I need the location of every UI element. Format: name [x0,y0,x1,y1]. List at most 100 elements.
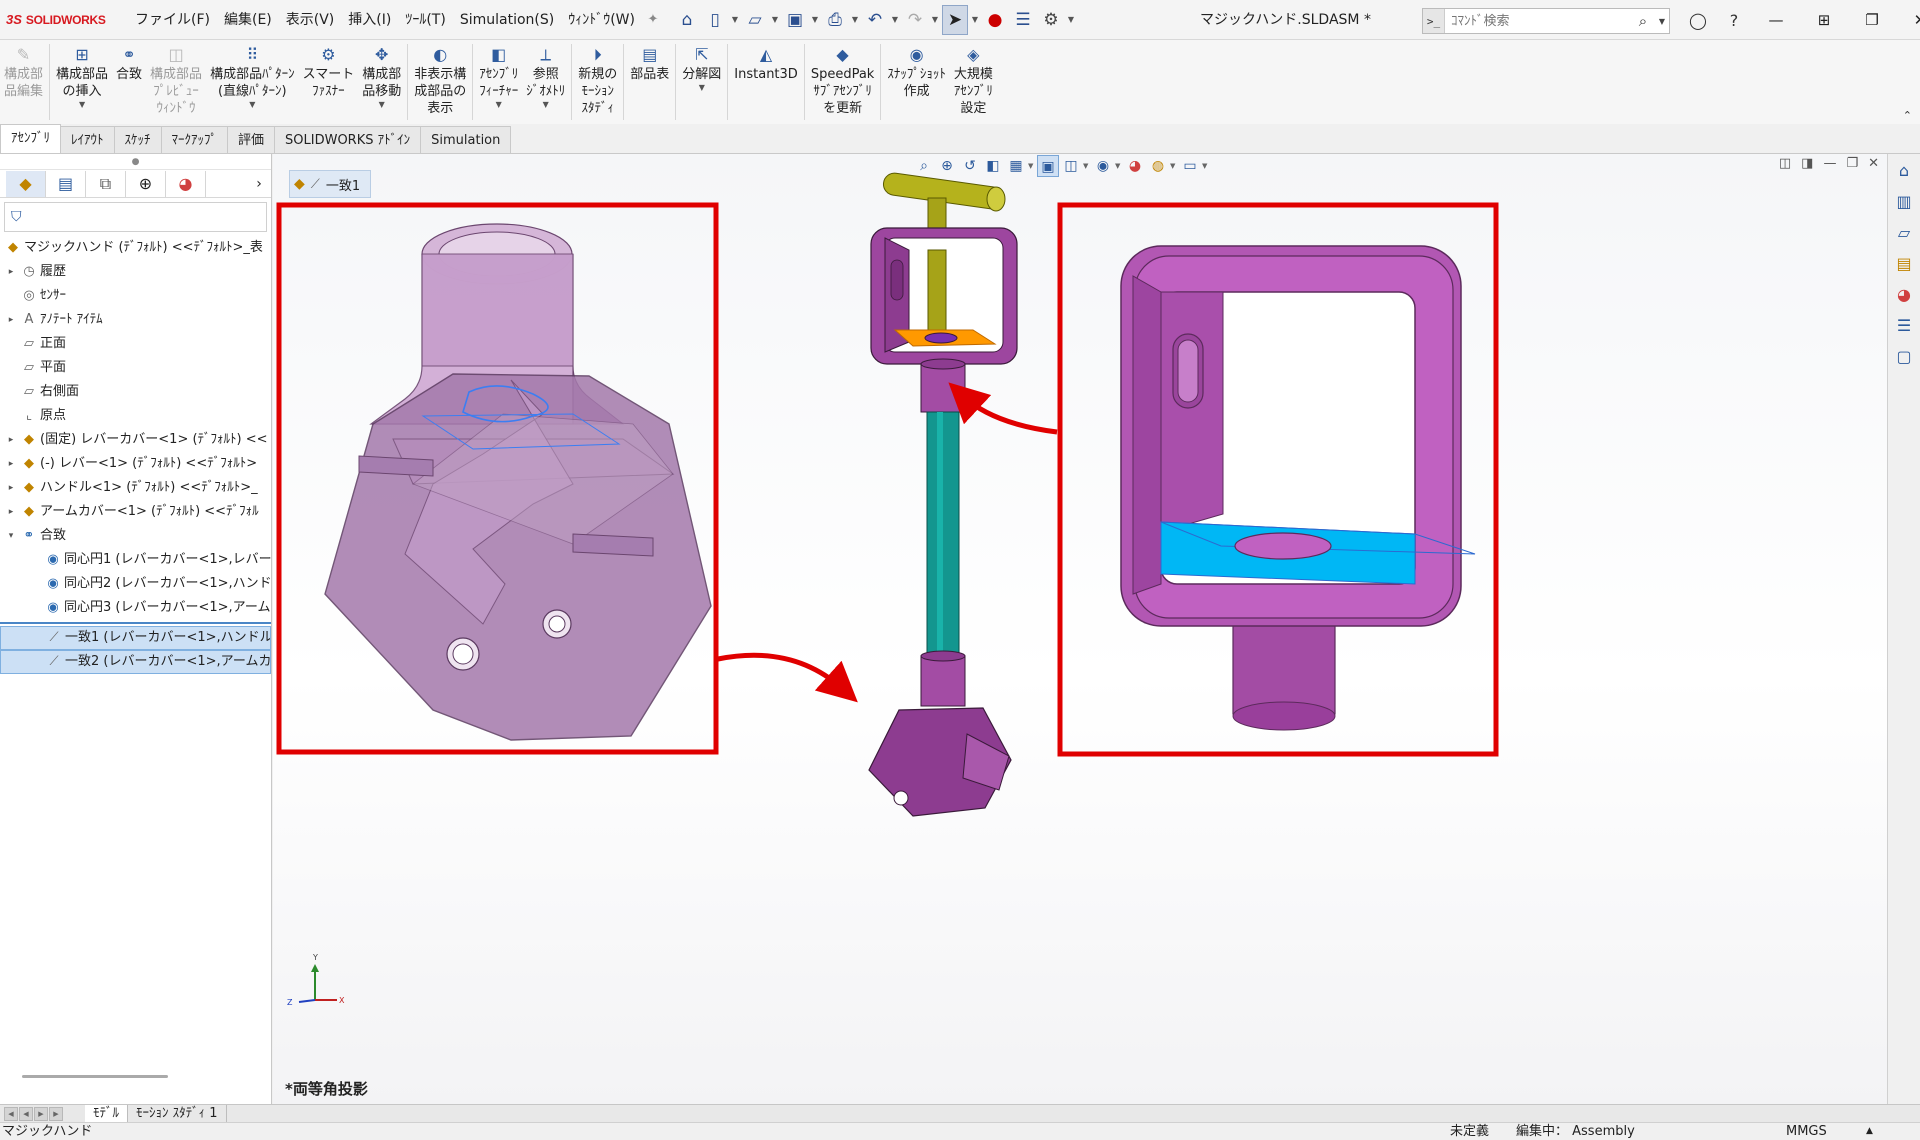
tree-node[interactable]: ◉ 同心円3 (レバーカバー<1>,アームカ [0,596,271,620]
chevron-right-icon[interactable]: › [247,176,271,192]
chevron-down-icon[interactable]: ▼ [930,15,940,24]
solidworks-logo[interactable]: 3S SOLIDWORKS [0,0,128,40]
menu-view[interactable]: 表示(V) [279,5,342,35]
tree-expander-icon[interactable]: ▸ [4,428,18,452]
close-icon[interactable]: ✕ [1896,11,1920,29]
menu-tools[interactable]: ﾂｰﾙ(T) [398,5,452,35]
chevron-down-icon[interactable]: ▼ [1202,155,1210,177]
appearances-icon[interactable]: ◕ [1890,280,1918,308]
help-icon[interactable]: ? [1716,11,1752,30]
ribbon-button-insert-component[interactable]: ⊞ 構成部品 の挿入 ▼ [52,40,112,124]
view-orientation-icon[interactable]: ▣ [1037,155,1059,177]
ribbon-button-component-preview[interactable]: ◫ 構成部品 ﾌﾟﾚﾋﾞｭｰ ｳｨﾝﾄﾞｳ [146,40,206,124]
command-search-input[interactable] [1445,10,1631,32]
tree-node[interactable]: ▸ A ｱﾉﾃｰﾄ ｱｲﾃﾑ [0,308,271,332]
tree-expander-icon[interactable]: ▸ [4,476,18,500]
view-settings-icon[interactable]: ▭ [1179,155,1201,177]
pin-icon[interactable]: ✦ [642,12,664,27]
zoom-to-fit-icon[interactable]: ⌕ [913,155,935,177]
save-icon[interactable]: ▣ [782,5,808,35]
forum-icon[interactable]: ▢ [1890,342,1918,370]
apply-scene-icon[interactable]: ◍ [1147,155,1169,177]
display-manager-tab-icon[interactable]: ◕ [166,170,206,197]
tree-node[interactable]: ▱ 正面 [0,332,271,356]
ribbon-button-smart-fastener[interactable]: ⚙ スマート ﾌｧｽﾅｰ [299,40,359,124]
status-units[interactable]: MMGS [1786,1123,1827,1140]
tree-expander-icon[interactable]: ▾ [4,524,18,548]
ribbon-button-snapshot[interactable]: ◉ ｽﾅｯﾌﾟｼｮｯﾄ 作成 [883,40,950,124]
split-view-horizontal-icon[interactable]: ◨ [1801,156,1813,171]
section-view-icon[interactable]: ◧ [982,155,1004,177]
redo-icon[interactable]: ↷ [902,5,928,35]
tree-node[interactable]: ◉ 同心円1 (レバーカバー<1>,レバー< [0,548,271,572]
display-style-icon[interactable]: ◫ [1060,155,1082,177]
tree-node[interactable]: ⌞ 原点 [0,404,271,428]
restore-icon[interactable]: ❐ [1848,11,1896,29]
tree-node[interactable]: ⟋ 一致2 (レバーカバー<1>,アームカバ [0,650,271,674]
rollback-bar[interactable] [0,622,271,624]
tree-expander-icon[interactable]: ▸ [4,260,18,284]
tab-3[interactable]: ﾏｰｸｱｯﾌﾟ [160,126,228,153]
split-view-icon[interactable]: ◫ [1779,156,1791,171]
menu-edit[interactable]: 編集(E) [217,5,279,35]
select-cursor-icon[interactable]: ➤ [942,4,968,35]
tree-filter[interactable]: ⛉ [4,202,267,232]
chevron-down-icon[interactable]: ▼ [249,100,255,110]
selection-breadcrumb[interactable]: ◆ ⟋ 一致1 [289,170,372,198]
chevron-down-icon[interactable]: ▼ [890,15,900,24]
status-expand-icon[interactable]: ▲ [1866,1123,1873,1140]
chevron-down-icon[interactable]: ▼ [1170,155,1178,177]
ribbon-button-linear-pattern[interactable]: ⠿ 構成部品ﾊﾟﾀｰﾝ (直線ﾊﾟﾀｰﾝ) ▼ [206,40,299,124]
search-icon[interactable]: ⌕ [1631,12,1655,30]
tree-node[interactable]: ◎ ｾﾝｻｰ [0,284,271,308]
ribbon-button-large-assembly[interactable]: ◈ 大規模 ｱｾﾝﾌﾞﾘ 設定 [950,40,997,124]
tree-node[interactable]: ◆ マジックハンド (ﾃﾞﾌｫﾙﾄ) <<ﾃﾞﾌｫﾙﾄ>_表 [0,236,271,260]
solidworks-resources-icon[interactable]: ⌂ [1890,156,1918,184]
new-document-icon[interactable]: ▯ [702,5,728,35]
tree-node[interactable]: ◉ 同心円2 (レバーカバー<1>,ハンドル [0,572,271,596]
ribbon-button-bom[interactable]: ▤ 部品表 [626,40,673,124]
ribbon-button-assembly-feature[interactable]: ◧ ｱｾﾝﾌﾞﾘ ﾌｨｰﾁｬｰ ▼ [475,40,522,124]
tree-expander-icon[interactable]: ▸ [4,452,18,476]
zoom-to-area-icon[interactable]: ⊕ [936,155,958,177]
tree-node[interactable]: ▸ ◆ (固定) レバーカバー<1> (ﾃﾞﾌｫﾙﾄ) << [0,428,271,452]
configuration-manager-tab-icon[interactable]: ⧉ [86,170,126,197]
tree-node[interactable]: ▱ 平面 [0,356,271,380]
chevron-down-icon[interactable]: ▼ [1115,155,1123,177]
rebuild-icon[interactable]: ● [982,5,1008,35]
dynamic-annotation-icon[interactable]: ▦ [1005,155,1027,177]
tree-node[interactable]: ▸ ◆ アームカバー<1> (ﾃﾞﾌｫﾙﾄ) <<ﾃﾞﾌｫﾙ [0,500,271,524]
tree-node[interactable]: ▾ ⚭ 合致 [0,524,271,548]
panel-grip-icon[interactable]: ● [0,154,271,170]
chevron-down-icon[interactable]: ▼ [730,15,740,24]
tab-0[interactable]: ｱｾﾝﾌﾞﾘ [0,124,61,153]
tree-node[interactable]: ⟋ 一致1 (レバーカバー<1>,ハンドル< [0,626,271,650]
minimize-icon[interactable]: — [1823,156,1836,171]
prev-tab-icon[interactable]: ◀ [19,1106,33,1121]
ribbon-button-show-hidden[interactable]: ◐ 非表示構 成部品の 表示 [410,40,470,124]
tree-node[interactable]: ▸ ◆ (-) レバー<1> (ﾃﾞﾌｫﾙﾄ) <<ﾃﾞﾌｫﾙﾄ> [0,452,271,476]
chevron-down-icon[interactable]: ▼ [850,15,860,24]
chevron-down-icon[interactable]: ▼ [1028,155,1036,177]
chevron-down-icon[interactable]: ▼ [970,15,980,24]
home-icon[interactable]: ⌂ [674,5,700,35]
menu-insert[interactable]: 挿入(I) [341,5,398,35]
dimxpert-tab-icon[interactable]: ⊕ [126,170,166,197]
first-tab-icon[interactable]: ◀ [4,1106,18,1121]
ribbon-button-instant3d[interactable]: ◭ Instant3D [730,40,802,124]
restore-icon[interactable]: ❐ [1846,156,1858,171]
chevron-down-icon[interactable]: ▼ [1083,155,1091,177]
tree-expander-icon[interactable]: ▸ [4,500,18,524]
chevron-down-icon[interactable]: ▼ [1655,17,1669,26]
hide-show-items-icon[interactable]: ◉ [1092,155,1114,177]
tab-model[interactable]: ﾓﾃﾞﾙ [85,1104,128,1123]
chevron-down-icon[interactable]: ▼ [79,100,85,110]
ribbon-button-speedpak[interactable]: ◆ SpeedPak ｻﾌﾞｱｾﾝﾌﾞﾘ を更新 [807,40,879,124]
chevron-down-icon[interactable]: ▼ [379,100,385,110]
tab-motion-study[interactable]: ﾓｰｼｮﾝ ｽﾀﾃﾞｨ 1 [128,1104,227,1123]
ribbon-button-reference-geometry[interactable]: ⟂ 参照 ｼﾞｵﾒﾄﾘ ▼ [522,40,569,124]
tree-node[interactable]: ▸ ◷ 履歴 [0,260,271,284]
print-icon[interactable]: ⎙ [822,5,848,35]
chevron-down-icon[interactable]: ▼ [810,15,820,24]
chevron-down-icon[interactable]: ▼ [496,100,502,110]
